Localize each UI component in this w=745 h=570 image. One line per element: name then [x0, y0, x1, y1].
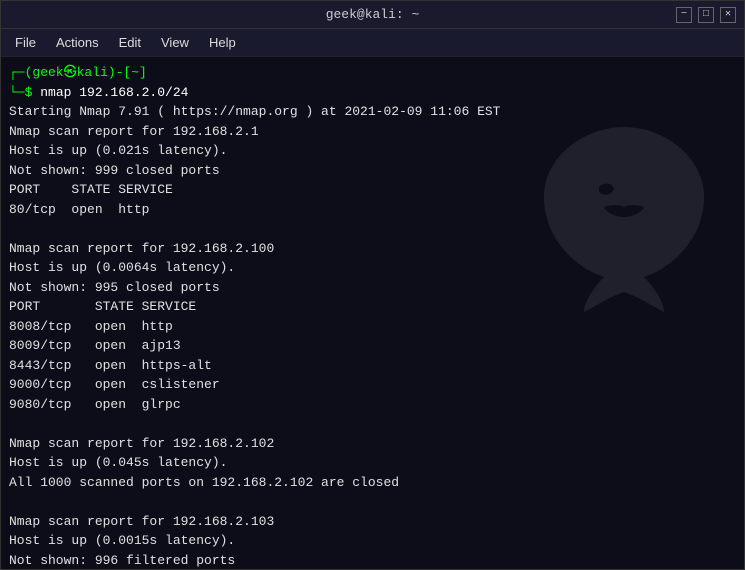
terminal-prompt-line2: └─$ nmap 192.168.2.0/24: [9, 83, 736, 103]
menu-bar: File Actions Edit View Help: [1, 29, 744, 57]
title-bar-controls: − □ ✕: [676, 7, 736, 23]
minimize-button[interactable]: −: [676, 7, 692, 23]
terminal-command: nmap 192.168.2.0/24: [40, 85, 188, 100]
menu-actions[interactable]: Actions: [48, 33, 107, 52]
title-bar: geek@kali: ~ − □ ✕: [1, 1, 744, 29]
terminal-output: Starting Nmap 7.91 ( https://nmap.org ) …: [9, 102, 736, 569]
terminal-body[interactable]: ┌─(geek㉿kali)-[~] └─$ nmap 192.168.2.0/2…: [1, 57, 744, 569]
menu-edit[interactable]: Edit: [111, 33, 149, 52]
terminal-prompt-line1: ┌─(geek㉿kali)-[~]: [9, 63, 736, 83]
menu-help[interactable]: Help: [201, 33, 244, 52]
window-title: geek@kali: ~: [326, 7, 420, 22]
maximize-button[interactable]: □: [698, 7, 714, 23]
menu-file[interactable]: File: [7, 33, 44, 52]
prompt-dollar: └─$: [9, 85, 40, 100]
terminal-window: geek@kali: ~ − □ ✕ File Actions Edit Vie…: [0, 0, 745, 570]
prompt-user-display: ┌─(geek㉿kali)-[~]: [9, 65, 147, 80]
close-button[interactable]: ✕: [720, 7, 736, 23]
menu-view[interactable]: View: [153, 33, 197, 52]
